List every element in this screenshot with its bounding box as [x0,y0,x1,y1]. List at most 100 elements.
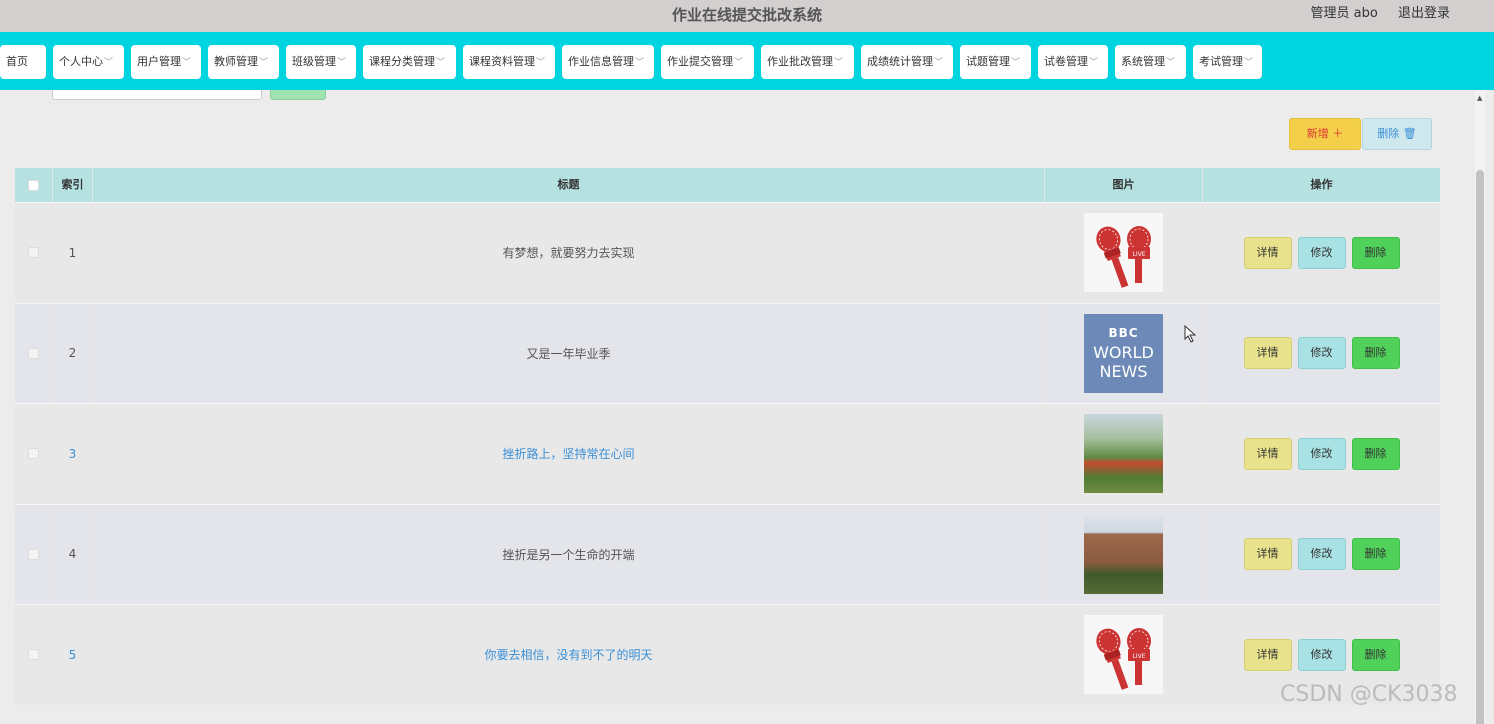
row-select-cell[interactable] [15,404,53,504]
row-checkbox[interactable] [28,247,39,259]
row-checkbox[interactable] [28,649,39,661]
row-title[interactable]: 挫折路上，坚持常在心间 [93,404,1045,504]
microphone-live-image: LIVE [1084,615,1163,695]
header-select-all[interactable] [15,168,53,202]
row-image-cell [1045,504,1203,604]
chevron-down-icon: ﹀ [1011,58,1021,68]
header-index: 索引 [53,168,93,202]
row-title-text: 挫折是另一个生命的开端 [502,547,635,562]
batch-delete-button[interactable]: 删除 🗑 [1362,118,1432,150]
vertical-scrollbar[interactable]: ▲ [1475,90,1485,724]
nav-item-label: 试题管理 [966,55,1010,68]
logout-link[interactable]: 退出登录 [1398,6,1450,21]
row-title[interactable]: 你要去相信，没有到不了的明天 [93,605,1045,705]
select-all-checkbox[interactable] [28,179,39,191]
row-index-value: 5 [68,647,77,662]
table-row: 3 挫折路上，坚持常在心间 详情 修改 删除 [15,403,1440,504]
row-index: 5 [53,605,93,705]
search-button[interactable] [270,90,326,100]
campus-building-image [1084,514,1163,594]
row-select-cell[interactable] [15,303,53,403]
nav-item-label: 班级管理 [292,55,336,68]
detail-button[interactable]: 详情 [1243,538,1292,571]
nav-item-label: 个人中心 [59,55,103,68]
row-actions: 详情 修改 删除 [1203,505,1440,605]
row-select-cell[interactable] [15,504,53,604]
delete-button[interactable]: 删除 [1351,437,1400,470]
nav-item-label: 试卷管理 [1044,55,1088,68]
row-actions: 详情 修改 删除 [1203,203,1440,303]
table-body: 1 有梦想，就要努力去实现 LIVE 详情 修改 删除 2 又是一年毕业季 BBC WORLD NE… [15,202,1440,705]
add-button[interactable]: 新增 ＋ [1289,118,1361,150]
delete-button[interactable]: 删除 [1351,538,1400,571]
nav-item-8[interactable]: 作业提交管理﹀ [661,45,754,79]
delete-button[interactable]: 删除 [1351,638,1400,671]
edit-button[interactable]: 修改 [1297,538,1346,571]
row-image-cell: BBC WORLD NEWS [1045,303,1203,403]
row-checkbox[interactable] [28,448,39,460]
table-row: 2 又是一年毕业季 BBC WORLD NEWS 详情 修改 删除 [15,302,1440,403]
nav-item-1[interactable]: 个人中心﹀ [53,45,124,79]
nav-item-label: 系统管理 [1121,55,1165,68]
delete-button[interactable]: 删除 [1351,337,1400,370]
nav-item-6[interactable]: 课程资料管理﹀ [463,45,555,79]
row-index-value: 2 [68,346,77,361]
edit-button[interactable]: 修改 [1297,337,1346,370]
nav-item-10[interactable]: 成绩统计管理﹀ [861,45,953,79]
nav-item-11[interactable]: 试题管理﹀ [960,45,1031,79]
nav-item-5[interactable]: 课程分类管理﹀ [363,45,456,79]
chevron-down-icon: ﹀ [436,58,446,68]
nav-item-9[interactable]: 作业批改管理﹀ [761,45,854,79]
row-image-cell: LIVE [1045,203,1203,303]
nav-item-label: 作业批改管理 [767,55,833,68]
watermark: CSDN @CK3038 [1280,682,1458,707]
nav-item-7[interactable]: 作业信息管理﹀ [562,45,654,79]
row-title: 挫折是另一个生命的开端 [93,504,1045,604]
delete-button[interactable]: 删除 [1351,236,1400,269]
nav-item-4[interactable]: 班级管理﹀ [286,45,356,79]
row-title-text[interactable]: 挫折路上，坚持常在心间 [502,445,634,462]
nav-item-0[interactable]: 首页 [0,45,46,79]
user-area: 管理员 abo 退出登录 [1311,0,1450,28]
row-checkbox[interactable] [28,548,39,560]
nav-item-14[interactable]: 考试管理﹀ [1193,45,1262,79]
chevron-down-icon: ﹀ [259,58,269,68]
header-title: 标题 [93,168,1045,202]
system-title: 作业在线提交批改系统 [671,6,822,24]
row-select-cell[interactable] [15,203,53,303]
nav-item-13[interactable]: 系统管理﹀ [1115,45,1186,79]
svg-text:LIVE: LIVE [1132,653,1145,660]
edit-button[interactable]: 修改 [1297,236,1346,269]
nav-item-label: 作业提交管理 [667,55,733,68]
detail-button[interactable]: 详情 [1243,437,1292,470]
nav-item-2[interactable]: 用户管理﹀ [131,45,201,79]
row-image-cell [1045,404,1203,504]
admin-user-label: 管理员 abo [1310,6,1378,21]
chevron-down-icon: ﹀ [734,58,744,68]
chevron-down-icon: ﹀ [182,58,192,68]
row-select-cell[interactable] [15,605,53,705]
nav-item-label: 用户管理 [137,55,181,68]
chevron-down-icon: ﹀ [337,58,347,68]
nav-item-label: 教师管理 [214,55,258,68]
scrollbar-thumb[interactable] [1476,170,1484,724]
row-actions: 详情 修改 删除 [1203,404,1440,504]
row-title-text: 又是一年毕业季 [526,346,611,361]
detail-button[interactable]: 详情 [1243,236,1292,269]
row-checkbox[interactable] [28,347,39,359]
nav-item-12[interactable]: 试卷管理﹀ [1038,45,1108,79]
search-input[interactable] [52,90,262,100]
table-row: 4 挫折是另一个生命的开端 详情 修改 删除 [15,503,1440,605]
chevron-down-icon: ﹀ [1166,58,1176,68]
detail-button[interactable]: 详情 [1243,638,1292,671]
header-image: 图片 [1045,168,1203,202]
detail-button[interactable]: 详情 [1243,337,1292,370]
main-nav: 首页 个人中心﹀ 用户管理﹀ 教师管理﹀ 班级管理﹀ 课程分类管理﹀ 课程资料管理﹀ 作业信息… [0,32,1494,90]
row-index-value: 4 [68,547,77,562]
edit-button[interactable]: 修改 [1297,638,1346,671]
nav-item-3[interactable]: 教师管理﹀ [208,45,279,79]
data-table: 索引 标题 图片 操作 1 有梦想，就要努力去实现 LIVE 详情 修改 删除 2 又是一年毕… [15,168,1440,705]
row-title-text[interactable]: 你要去相信，没有到不了的明天 [484,646,652,663]
edit-button[interactable]: 修改 [1297,437,1346,470]
scroll-up-arrow-icon[interactable]: ▲ [1477,94,1482,102]
